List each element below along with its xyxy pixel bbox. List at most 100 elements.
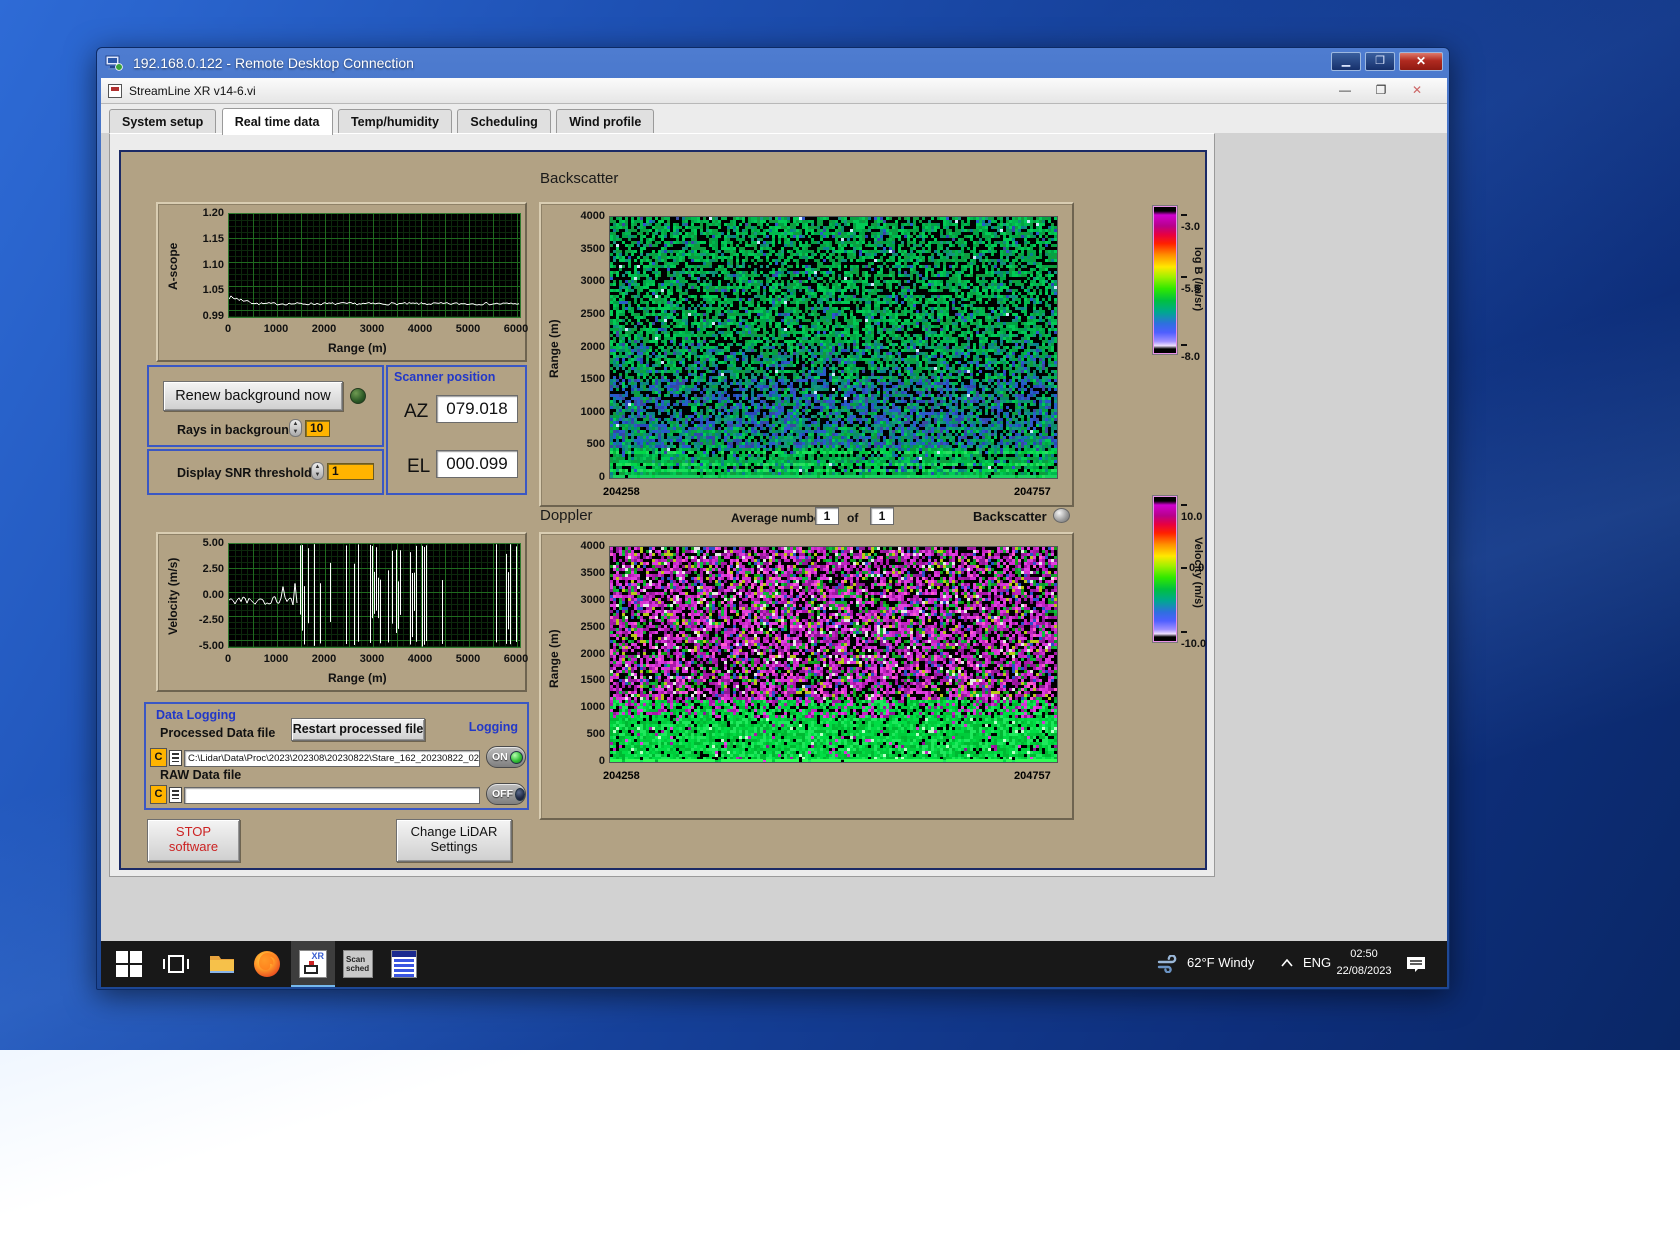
average-number-field[interactable]: 1 xyxy=(815,507,839,525)
tick-label: 1.20 xyxy=(202,207,224,219)
tab-real-time-data[interactable]: Real time data xyxy=(221,108,333,135)
ascope-x-axis: 0 1000 2000 3000 4000 5000 6000 xyxy=(204,323,540,336)
doppler-time-start: 204258 xyxy=(603,770,640,782)
raw-logging-toggle-off[interactable]: OFF xyxy=(486,783,526,805)
backscatter-title: Backscatter xyxy=(540,170,619,187)
tick-label: 4000 xyxy=(580,540,605,552)
processed-logging-toggle-on[interactable]: ON xyxy=(486,746,526,768)
stop-line1: STOP xyxy=(175,824,212,839)
rdp-close-button[interactable]: ✕ xyxy=(1399,52,1443,71)
tick-label: 2500 xyxy=(580,307,605,320)
doppler-colorbar xyxy=(1152,495,1178,643)
windows-logo-icon xyxy=(116,951,142,977)
streamline-xr-taskbar-slot[interactable]: XR xyxy=(291,941,335,987)
tick-label: 0.99 xyxy=(202,310,224,322)
velocity-y-title: Velocity (m/s) xyxy=(166,557,180,636)
tick-label: 3500 xyxy=(580,242,605,255)
app-minimize-button[interactable]: — xyxy=(1331,81,1359,101)
restart-processed-file-button[interactable]: Restart processed file xyxy=(291,718,425,741)
ascope-plot xyxy=(228,213,521,318)
stop-line2: software xyxy=(168,839,219,854)
snr-spinner[interactable]: ▲ ▼ xyxy=(311,462,324,480)
xr-glyph-dot xyxy=(309,961,314,965)
raw-drive-selector[interactable]: C xyxy=(150,785,167,804)
scan-line2: sched xyxy=(346,964,370,973)
app-restore-button[interactable]: ❐ xyxy=(1367,81,1395,101)
start-button[interactable] xyxy=(116,951,142,977)
tick-label: 5.00 xyxy=(202,537,224,549)
renew-background-button[interactable]: Renew background now xyxy=(163,381,343,411)
clock[interactable]: 02:50 22/08/2023 xyxy=(1333,946,1395,980)
velocity-x-title: Range (m) xyxy=(328,671,387,685)
rdp-titlebar[interactable]: 192.168.0.122 - Remote Desktop Connectio… xyxy=(97,48,1449,78)
tray-chevron-icon[interactable] xyxy=(1281,959,1293,967)
el-value-field[interactable]: 000.099 xyxy=(436,450,518,478)
tab-temp-humidity[interactable]: Temp/humidity xyxy=(337,109,452,133)
processed-path-field[interactable]: C:\Lidar\Data\Proc\2023\202308\20230822\… xyxy=(184,750,480,767)
tick-label: -2.50 xyxy=(198,614,224,627)
rays-spinner[interactable]: ▲ ▼ xyxy=(289,419,302,437)
background-status-led xyxy=(350,388,366,404)
tick-label: 1.05 xyxy=(202,284,224,297)
backscatter-colorbar-title: log B (/m/sr) xyxy=(1192,246,1204,312)
velocity-graph-box: 5.00 2.50 0.00 -2.50 -5.00 0 1000 2000 3… xyxy=(156,532,528,692)
backscatter-y-title: Range (m) xyxy=(547,319,561,379)
snr-threshold-box: Display SNR threshold ▲ ▼ 1 xyxy=(147,449,384,495)
task-view-icon[interactable] xyxy=(162,950,190,978)
snr-value-field[interactable]: 1 xyxy=(327,463,374,480)
backscatter-toggle-switch[interactable] xyxy=(1053,508,1070,523)
tab-system-setup[interactable]: System setup xyxy=(109,109,217,133)
language-indicator[interactable]: ENG xyxy=(1303,955,1331,970)
tick-label: 2500 xyxy=(580,620,605,633)
file-explorer-icon[interactable] xyxy=(208,950,236,978)
backscatter-time-start: 204258 xyxy=(603,486,640,498)
off-lamp xyxy=(515,787,525,801)
tick-label: 2000 xyxy=(311,323,337,335)
desktop-background: 192.168.0.122 - Remote Desktop Connectio… xyxy=(0,0,1680,1248)
az-label: AZ xyxy=(404,401,429,422)
notification-center-icon[interactable] xyxy=(1405,955,1427,973)
rdp-maximize-button[interactable]: ❐ xyxy=(1365,52,1395,71)
app-titlebar[interactable]: StreamLine XR v14-6.vi — ❐ ✕ xyxy=(101,78,1447,104)
rays-value-field[interactable]: 10 xyxy=(305,420,330,437)
tick-label: 3000 xyxy=(580,275,605,288)
change-lidar-settings-button[interactable]: Change LiDAR Settings xyxy=(396,819,512,862)
clock-time: 02:50 xyxy=(1350,948,1378,960)
raw-path-field[interactable] xyxy=(184,787,480,804)
background-controls-box: Renew background now Rays in background … xyxy=(147,365,384,447)
tick-label: 4000 xyxy=(407,323,433,335)
weather-text[interactable]: 62°F Windy xyxy=(1187,955,1254,970)
processed-browse-icon[interactable] xyxy=(169,750,182,766)
rdp-minimize-button[interactable]: ▁ xyxy=(1331,52,1361,71)
raw-browse-icon[interactable] xyxy=(169,787,182,803)
labview-front-panel: 1.20 1.15 1.10 1.05 0.99 0 1000 2000 300… xyxy=(119,150,1207,870)
wind-weather-icon[interactable] xyxy=(1157,955,1181,973)
stop-software-button[interactable]: STOP software xyxy=(147,819,240,862)
streamline-xr-icon: XR xyxy=(299,950,327,978)
tab-wind-profile[interactable]: Wind profile xyxy=(556,109,655,133)
ascope-y-title: A-scope xyxy=(166,242,180,291)
az-value-field[interactable]: 079.018 xyxy=(436,395,518,423)
on-lamp xyxy=(509,750,523,764)
tick-label: 4000 xyxy=(407,653,433,665)
app-close-button[interactable]: ✕ xyxy=(1403,81,1431,101)
scan-scheduler-icon[interactable]: Scan sched xyxy=(343,950,373,978)
average-total-field[interactable]: 1 xyxy=(870,507,894,525)
backscatter-toggle-label: Backscatter xyxy=(973,509,1047,524)
tick-label: 2000 xyxy=(580,647,605,660)
firefox-icon[interactable] xyxy=(252,949,282,979)
processed-drive-selector[interactable]: C xyxy=(150,748,167,767)
tick-label: 0 xyxy=(598,471,605,483)
xr-glyph xyxy=(304,965,318,974)
scan-line1: Scan xyxy=(346,955,366,964)
week-planner-icon[interactable] xyxy=(391,950,417,978)
change-line2: Settings xyxy=(430,839,478,854)
doppler-title: Doppler xyxy=(540,507,593,524)
snr-threshold-label: Display SNR threshold xyxy=(177,466,312,480)
tab-page-real-time-data: 1.20 1.15 1.10 1.05 0.99 0 1000 2000 300… xyxy=(109,133,1215,877)
velocity-plot xyxy=(228,543,521,648)
tab-scheduling[interactable]: Scheduling xyxy=(457,109,551,133)
backscatter-colorbar xyxy=(1152,205,1178,355)
backscatter-y-axis: 4000 3500 3000 2500 2000 1500 1000 500 0 xyxy=(567,210,605,484)
ascope-y-axis: 1.20 1.15 1.10 1.05 0.99 xyxy=(184,207,224,323)
